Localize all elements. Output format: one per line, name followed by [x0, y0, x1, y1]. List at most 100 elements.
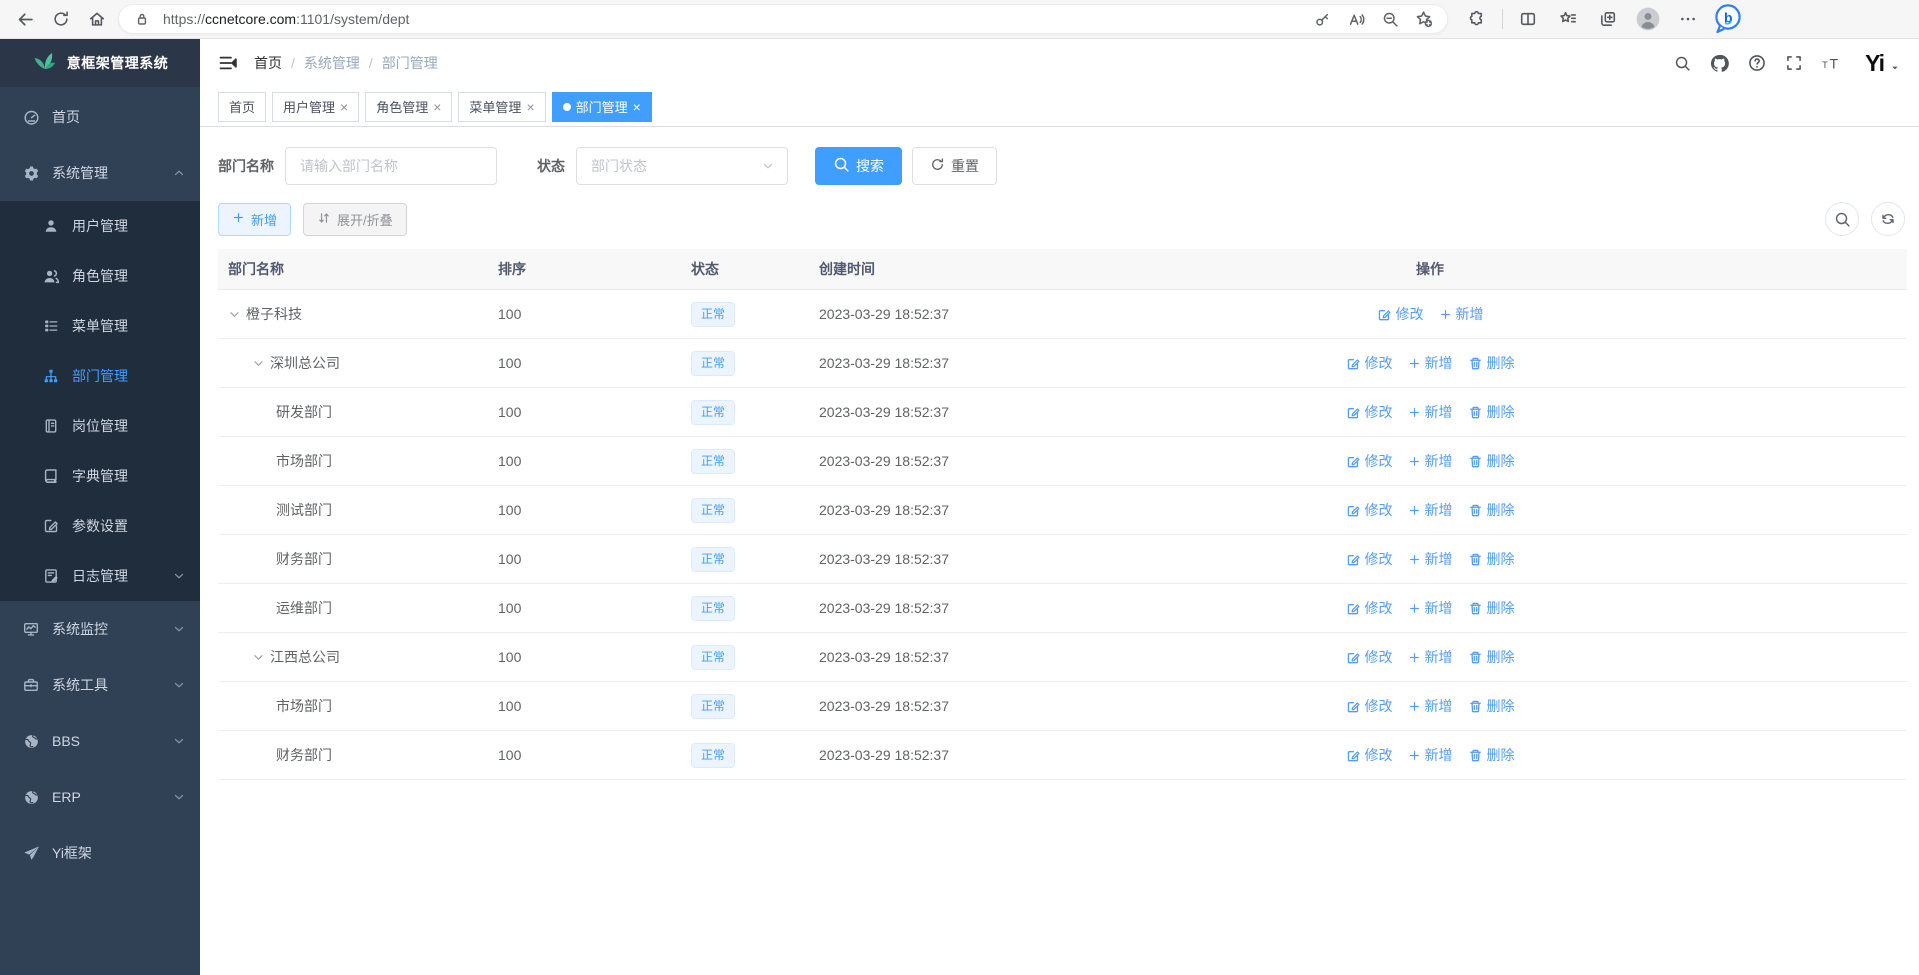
tab-home[interactable]: 首页	[218, 92, 266, 122]
sidebar-item-log[interactable]: 日志管理	[0, 551, 200, 601]
collapse-sidebar-icon[interactable]	[218, 53, 238, 73]
row-action-edit[interactable]: 修改	[1346, 549, 1393, 569]
cell-sort: 100	[488, 551, 681, 567]
toggle-search-button[interactable]	[1825, 202, 1859, 236]
help-icon[interactable]	[1748, 54, 1766, 72]
row-action-add[interactable]: 新增	[1408, 598, 1453, 618]
add-button[interactable]: 新增	[218, 203, 291, 236]
tree-expand-icon[interactable]	[228, 308, 241, 321]
refresh-icon[interactable]	[46, 4, 76, 34]
sidebar-item-post[interactable]: 岗位管理	[0, 401, 200, 451]
password-key-icon[interactable]	[1309, 6, 1335, 32]
cell-status: 正常	[681, 498, 809, 523]
row-action-add[interactable]: 新增	[1408, 402, 1453, 422]
tree-expand-icon[interactable]	[252, 357, 265, 370]
user-avatar-menu[interactable]: Yi	[1865, 52, 1901, 75]
row-action-delete[interactable]: 删除	[1468, 451, 1515, 471]
read-aloud-icon[interactable]	[1343, 6, 1369, 32]
extensions-icon[interactable]	[1462, 4, 1492, 34]
row-action-edit[interactable]: 修改	[1346, 647, 1393, 667]
favorites-list-icon[interactable]	[1553, 4, 1583, 34]
profile-avatar[interactable]	[1633, 4, 1663, 34]
sort-arrows-icon	[317, 211, 331, 228]
status-select[interactable]: 部门状态	[576, 147, 788, 185]
app-logo[interactable]: 意框架管理系统	[0, 39, 200, 87]
row-action-add[interactable]: 新增	[1408, 696, 1453, 716]
row-action-edit[interactable]: 修改	[1346, 353, 1393, 373]
breadcrumb-home[interactable]: 首页	[254, 53, 282, 73]
bing-chat-icon[interactable]: b	[1713, 4, 1743, 34]
sidebar-item-dict[interactable]: 字典管理	[0, 451, 200, 501]
tab-dept[interactable]: 部门管理×	[552, 92, 652, 122]
row-action-delete[interactable]: 删除	[1468, 353, 1515, 373]
edit-icon	[1346, 748, 1361, 763]
refresh-table-button[interactable]	[1871, 202, 1905, 236]
settings-menu-icon[interactable]	[1673, 4, 1703, 34]
row-action-delete[interactable]: 删除	[1468, 549, 1515, 569]
url-text[interactable]: https://ccnetcore.com:1101/system/dept	[163, 11, 1301, 27]
row-action-edit[interactable]: 修改	[1346, 402, 1393, 422]
tab-menu[interactable]: 菜单管理×	[458, 92, 545, 122]
action-label: 修改	[1365, 647, 1393, 667]
sidebar-item-system[interactable]: 系统管理	[0, 145, 200, 201]
reset-button[interactable]: 重置	[912, 147, 997, 185]
cell-dept-name: 市场部门	[218, 451, 488, 471]
row-action-edit[interactable]: 修改	[1346, 745, 1393, 765]
row-action-delete[interactable]: 删除	[1468, 402, 1515, 422]
tab-role[interactable]: 角色管理×	[365, 92, 452, 122]
font-size-icon[interactable]: TT	[1822, 55, 1842, 71]
row-action-add[interactable]: 新增	[1408, 451, 1453, 471]
row-action-add[interactable]: 新增	[1408, 647, 1453, 667]
close-tab-icon[interactable]: ×	[633, 100, 641, 114]
row-action-edit[interactable]: 修改	[1346, 696, 1393, 716]
row-action-delete[interactable]: 删除	[1468, 500, 1515, 520]
row-action-add[interactable]: 新增	[1408, 549, 1453, 569]
row-action-add[interactable]: 新增	[1408, 500, 1453, 520]
sidebar-item-config[interactable]: 参数设置	[0, 501, 200, 551]
fullscreen-icon[interactable]	[1785, 54, 1803, 72]
search-icon[interactable]	[1674, 55, 1691, 72]
zoom-out-icon[interactable]	[1377, 6, 1403, 32]
sidebar-item-home[interactable]: 首页	[0, 89, 200, 145]
search-button[interactable]: 搜索	[815, 147, 902, 185]
home-icon[interactable]	[82, 4, 112, 34]
lock-icon[interactable]	[129, 6, 155, 32]
row-action-delete[interactable]: 删除	[1468, 598, 1515, 618]
close-tab-icon[interactable]: ×	[340, 100, 348, 114]
row-action-add[interactable]: 新增	[1408, 353, 1453, 373]
dept-name-input[interactable]	[285, 147, 497, 185]
close-tab-icon[interactable]: ×	[433, 100, 441, 114]
action-label: 修改	[1365, 745, 1393, 765]
sidebar-item-bbs[interactable]: BBS	[0, 713, 200, 769]
sidebar-item-user[interactable]: 用户管理	[0, 201, 200, 251]
tab-user[interactable]: 用户管理×	[272, 92, 359, 122]
split-screen-icon[interactable]	[1513, 4, 1543, 34]
sidebar-item-yi[interactable]: Yi框架	[0, 825, 200, 881]
close-tab-icon[interactable]: ×	[526, 100, 534, 114]
row-action-add[interactable]: 新增	[1439, 304, 1484, 324]
address-bar[interactable]: https://ccnetcore.com:1101/system/dept	[118, 4, 1448, 34]
row-action-edit[interactable]: 修改	[1346, 598, 1393, 618]
expand-collapse-button[interactable]: 展开/折叠	[303, 203, 407, 236]
sidebar-item-tool[interactable]: 系统工具	[0, 657, 200, 713]
favorite-star-icon[interactable]	[1411, 6, 1437, 32]
tree-expand-icon[interactable]	[252, 651, 265, 664]
back-icon[interactable]	[10, 4, 40, 34]
row-action-edit[interactable]: 修改	[1346, 500, 1393, 520]
row-action-delete[interactable]: 删除	[1468, 745, 1515, 765]
row-action-add[interactable]: 新增	[1408, 745, 1453, 765]
sidebar-item-dept[interactable]: 部门管理	[0, 351, 200, 401]
row-action-delete[interactable]: 删除	[1468, 647, 1515, 667]
sidebar-item-menu[interactable]: 菜单管理	[0, 301, 200, 351]
action-label: 删除	[1487, 549, 1515, 569]
cell-sort: 100	[488, 306, 681, 322]
row-action-delete[interactable]: 删除	[1468, 696, 1515, 716]
github-icon[interactable]	[1710, 54, 1729, 73]
sidebar-item-erp[interactable]: ERP	[0, 769, 200, 825]
sidebar-item-role[interactable]: 角色管理	[0, 251, 200, 301]
row-action-edit[interactable]: 修改	[1377, 304, 1424, 324]
row-action-edit[interactable]: 修改	[1346, 451, 1393, 471]
collections-icon[interactable]	[1593, 4, 1623, 34]
chevron-up-icon	[172, 166, 186, 180]
sidebar-item-monitor[interactable]: 系统监控	[0, 601, 200, 657]
